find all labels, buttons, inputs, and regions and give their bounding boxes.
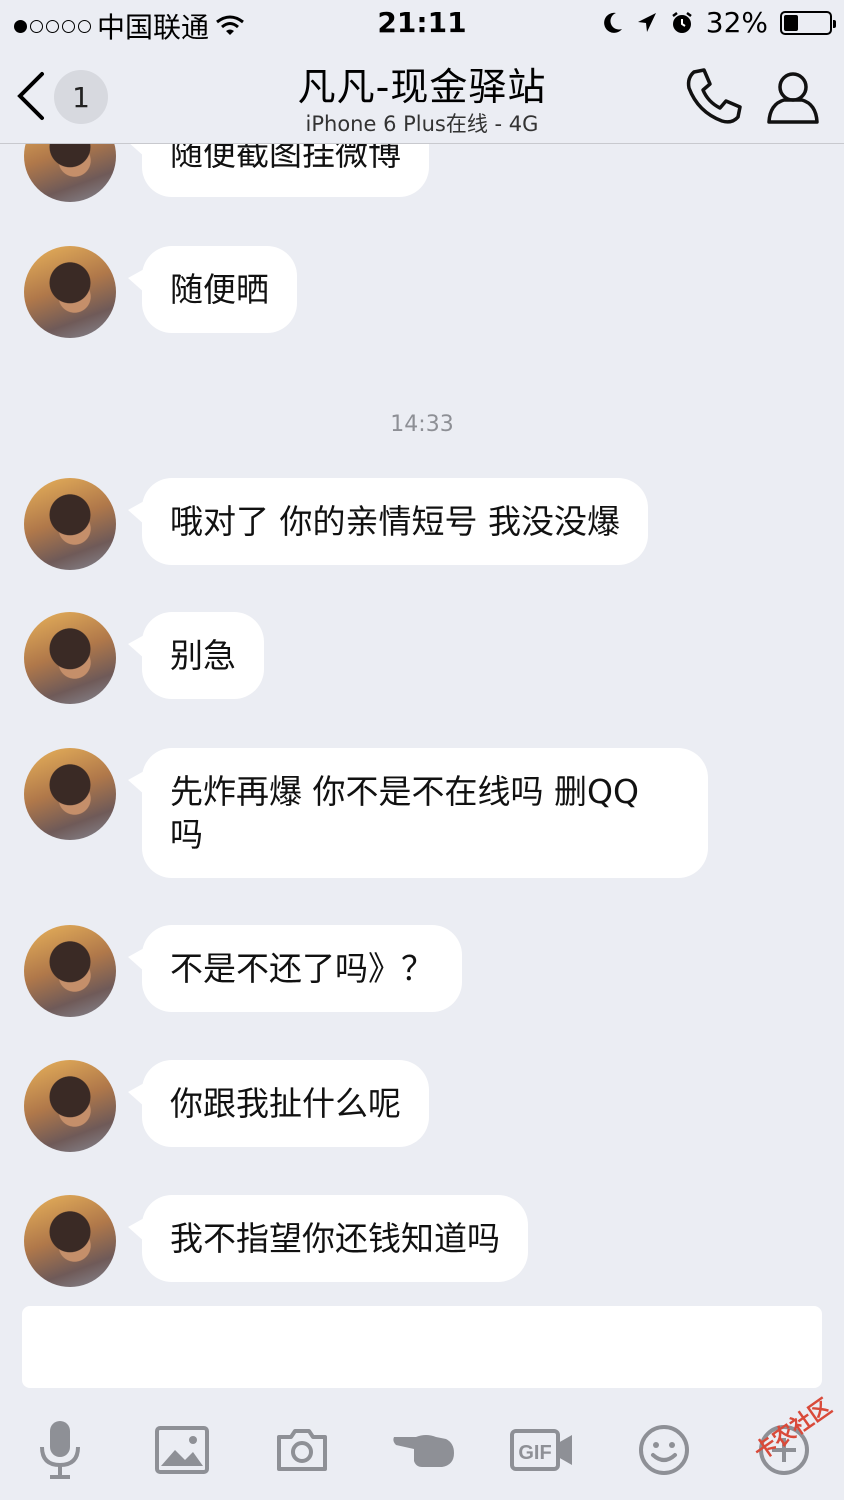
message-bubble[interactable]: 我不指望你还钱知道吗 — [128, 1195, 528, 1282]
photo-button[interactable] — [152, 1420, 212, 1480]
image-icon — [155, 1426, 209, 1474]
message-bubble[interactable]: 哦对了 你的亲情短号 我没没爆 — [128, 478, 648, 565]
message-row: 随便晒 — [24, 246, 297, 338]
message-row: 先炸再爆 你不是不在线吗 删QQ 吗 — [24, 748, 708, 878]
moon-icon — [603, 12, 622, 33]
status-icons: 32% — [602, 6, 836, 39]
location-arrow-icon — [637, 12, 656, 32]
poke-button[interactable] — [392, 1420, 456, 1480]
input-toolbar: GIF — [0, 1400, 844, 1500]
message-row: 别急 — [24, 612, 264, 704]
alarm-icon — [672, 11, 692, 33]
gif-button[interactable]: GIF — [510, 1420, 574, 1480]
message-bubble[interactable]: 不是不还了吗》？ — [128, 925, 462, 1012]
profile-button[interactable] — [762, 66, 824, 128]
message-bubble[interactable]: 你跟我扯什么呢 — [128, 1060, 429, 1147]
emoji-icon — [639, 1425, 689, 1475]
message-bubble[interactable]: 随便晒 — [128, 246, 297, 333]
navigation-bar: 1 凡凡-现金驿站 iPhone 6 Plus在线 - 4G — [0, 46, 844, 144]
svg-text:GIF: GIF — [518, 1442, 551, 1464]
chat-screen: 中国联通 21:11 32% 1 凡凡-现金驿站 iPhone 6 Plus在线… — [0, 0, 844, 1500]
avatar[interactable] — [24, 748, 116, 840]
microphone-icon — [40, 1421, 80, 1479]
message-bubble[interactable]: 别急 — [128, 612, 264, 699]
message-row: 不是不还了吗》？ — [24, 925, 462, 1017]
avatar[interactable] — [24, 246, 116, 338]
message-row: 哦对了 你的亲情短号 我没没爆 — [24, 478, 648, 570]
avatar[interactable] — [24, 925, 116, 1017]
avatar[interactable] — [24, 1195, 116, 1287]
avatar[interactable] — [24, 1060, 116, 1152]
battery-icon — [780, 10, 836, 35]
person-icon — [767, 72, 819, 124]
message-bubble[interactable]: 先炸再爆 你不是不在线吗 删QQ 吗 — [128, 748, 708, 878]
camera-button[interactable] — [272, 1420, 332, 1480]
status-bar: 中国联通 21:11 32% — [0, 0, 844, 46]
camera-icon — [277, 1429, 327, 1471]
message-row: 你跟我扯什么呢 — [24, 1060, 429, 1152]
phone-icon — [686, 68, 742, 124]
message-timestamp: 14:33 — [390, 412, 454, 437]
avatar[interactable] — [24, 478, 116, 570]
gif-icon: GIF — [510, 1429, 572, 1471]
avatar[interactable] — [24, 612, 116, 704]
voice-button[interactable] — [30, 1420, 90, 1480]
emoji-button[interactable] — [634, 1420, 694, 1480]
message-row: 我不指望你还钱知道吗 — [24, 1195, 528, 1287]
poke-icon — [393, 1435, 454, 1467]
battery-percent: 32% — [705, 6, 768, 39]
message-input[interactable] — [22, 1306, 822, 1388]
call-button[interactable] — [682, 66, 744, 128]
